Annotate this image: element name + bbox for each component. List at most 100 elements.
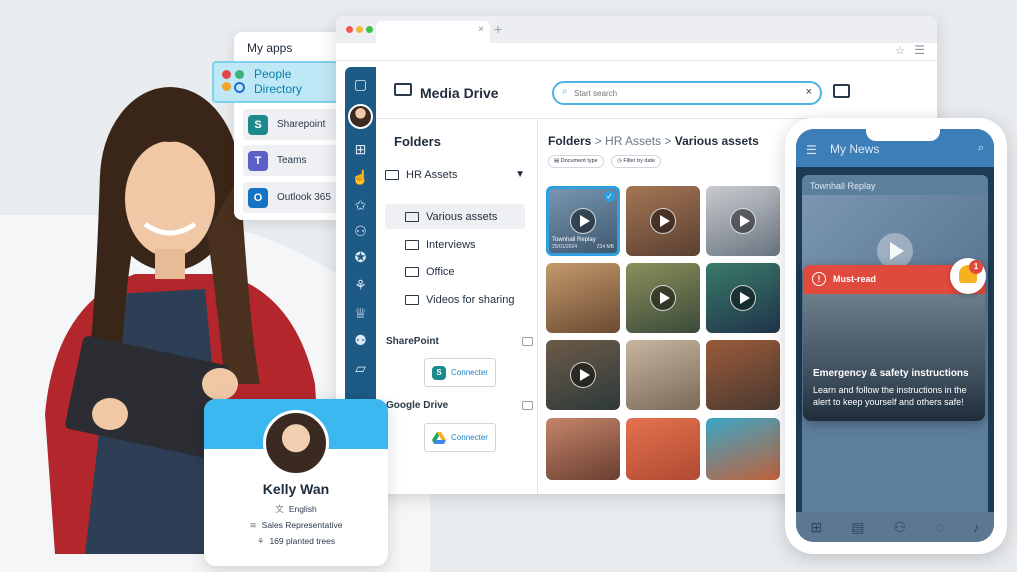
sharepoint-section-label: SharePoint (386, 336, 439, 347)
folder-videos-for-sharing[interactable]: Videos for sharing (385, 287, 525, 312)
folder-hr-assets-label: HR Assets (406, 168, 458, 181)
filter-by-date-label: Filter by date (623, 158, 656, 164)
chat-icon[interactable]: ◌ (935, 519, 943, 535)
search-icon[interactable]: ⌕ (978, 142, 984, 155)
folder-icon (405, 294, 419, 305)
google-drive-icon (432, 431, 447, 444)
folder-videos-label: Videos for sharing (426, 293, 515, 306)
chevron-down-icon[interactable]: ▼ (515, 169, 525, 180)
alert-tag: Must-read (833, 274, 877, 284)
user-avatar[interactable] (348, 104, 373, 129)
hamburger-icon[interactable]: ☰ (806, 143, 817, 157)
app-teams[interactable]: T Teams (243, 145, 338, 176)
thumb-date: 25/01/2024 (552, 244, 578, 250)
plant-icon[interactable]: ⚘ (351, 276, 370, 295)
play-icon[interactable] (730, 208, 756, 234)
media-thumb[interactable] (706, 263, 780, 333)
play-icon[interactable] (650, 208, 676, 234)
profile-role-text: Sales Representative (261, 520, 343, 530)
folder-office[interactable]: Office (385, 259, 525, 284)
folder-icon[interactable]: ▱ (351, 359, 370, 378)
thumb-caption: Townhall Replay (552, 237, 596, 243)
folder-hr-assets[interactable]: HR Assets ▼ (385, 162, 525, 187)
media-thumb[interactable] (626, 418, 700, 480)
chat-logo-icon[interactable]: ▢ (351, 75, 370, 94)
phone-notch (866, 129, 940, 141)
alert-title: Emergency & safety instructions (813, 368, 969, 379)
people-icon[interactable]: ⚇ (894, 519, 907, 536)
google-drive-connect-label: Connecter (451, 433, 488, 442)
profile-card[interactable]: Kelly Wan 文 English ≋ Sales Representative… (204, 399, 388, 566)
media-thumb[interactable] (706, 340, 780, 410)
app-people-directory[interactable]: People Directory (212, 61, 338, 103)
media-thumb[interactable] (626, 263, 700, 333)
profile-role: ≋ Sales Representative (204, 520, 388, 531)
add-folder-icon[interactable] (522, 401, 533, 410)
media-thumb[interactable] (546, 263, 620, 333)
profile-language: 文 English (204, 503, 388, 515)
folders-panel: Folders HR Assets ▼ Various assets Inter… (376, 120, 538, 494)
media-thumb[interactable] (626, 186, 700, 256)
profile-language-text: English (288, 504, 317, 514)
app-sharepoint[interactable]: S Sharepoint (243, 109, 338, 140)
sharepoint-connect-label: Connecter (451, 368, 488, 377)
play-icon[interactable] (570, 208, 596, 234)
breadcrumb-hr-assets[interactable]: HR Assets (605, 134, 661, 148)
media-thumb[interactable] (706, 418, 780, 480)
browser-tab[interactable]: × (376, 21, 490, 43)
media-thumb[interactable] (626, 340, 700, 410)
translate-icon: 文 (275, 504, 284, 514)
media-thumb[interactable] (706, 186, 780, 256)
window-close-dot[interactable] (346, 26, 353, 33)
people-icon[interactable]: ⚉ (351, 331, 370, 350)
grid-icon[interactable]: ⊞ (351, 140, 370, 159)
search-clear-icon[interactable]: × (806, 86, 812, 98)
folder-various-assets[interactable]: Various assets (385, 204, 525, 229)
profile-avatar (263, 410, 329, 476)
address-bar: ☆ ☰ (336, 43, 937, 61)
play-icon[interactable] (570, 362, 596, 388)
phone-title: My News (830, 142, 880, 156)
star-badge-icon[interactable]: ✩ (351, 196, 370, 215)
add-folder-icon[interactable] (522, 337, 533, 346)
media-thumb-townhall[interactable]: ✓ Townhall Replay 25/01/2024 234 MB (546, 186, 620, 256)
monitor-icon[interactable] (833, 84, 850, 98)
filter-document-type[interactable]: ▤ Document type (548, 155, 604, 168)
breadcrumb: Folders > HR Assets > Various assets (548, 134, 759, 148)
tab-close-icon[interactable]: × (478, 24, 484, 35)
notification-bell[interactable]: 1 (950, 258, 986, 294)
award-icon[interactable]: ✪ (351, 248, 370, 267)
browser-menu-icon[interactable]: ☰ (914, 43, 925, 57)
notification-badge: 1 (969, 260, 983, 274)
window-minimize-dot[interactable] (356, 26, 363, 33)
app-outlook[interactable]: O Outlook 365 (243, 182, 338, 213)
bell-icon[interactable]: ♪ (972, 519, 979, 535)
search-box[interactable]: ⌕ × (552, 81, 822, 105)
play-icon[interactable] (877, 233, 913, 269)
bookmark-star-icon[interactable]: ☆ (895, 44, 905, 57)
hand-pointer-icon[interactable]: ☝ (351, 168, 370, 187)
play-icon[interactable] (730, 285, 756, 311)
team-icon[interactable]: ⚇ (351, 222, 370, 241)
folder-icon (385, 169, 399, 180)
search-input[interactable] (574, 85, 794, 101)
search-icon: ⌕ (562, 86, 568, 97)
media-thumb[interactable] (546, 340, 620, 410)
window-maximize-dot[interactable] (366, 26, 373, 33)
sharepoint-connect-button[interactable]: S Connecter (424, 358, 496, 387)
folder-interviews[interactable]: Interviews (385, 232, 525, 257)
outlook-icon: O (248, 187, 268, 208)
news-icon[interactable]: ▤ (851, 519, 864, 536)
grid-icon[interactable]: ⊞ (811, 519, 823, 536)
profile-trees-text: 169 planted trees (269, 536, 336, 546)
sprout-icon: ⚘ (256, 536, 265, 546)
breadcrumb-folders[interactable]: Folders (548, 134, 591, 148)
filter-by-date[interactable]: ◷ Filter by date (611, 155, 662, 168)
media-thumb[interactable] (546, 418, 620, 480)
folder-icon (405, 266, 419, 277)
play-icon[interactable] (650, 285, 676, 311)
new-tab-icon[interactable]: + (494, 21, 502, 37)
sharepoint-icon: S (432, 365, 447, 380)
trophy-icon[interactable]: ♕ (351, 304, 370, 323)
google-drive-connect-button[interactable]: Connecter (424, 423, 496, 452)
